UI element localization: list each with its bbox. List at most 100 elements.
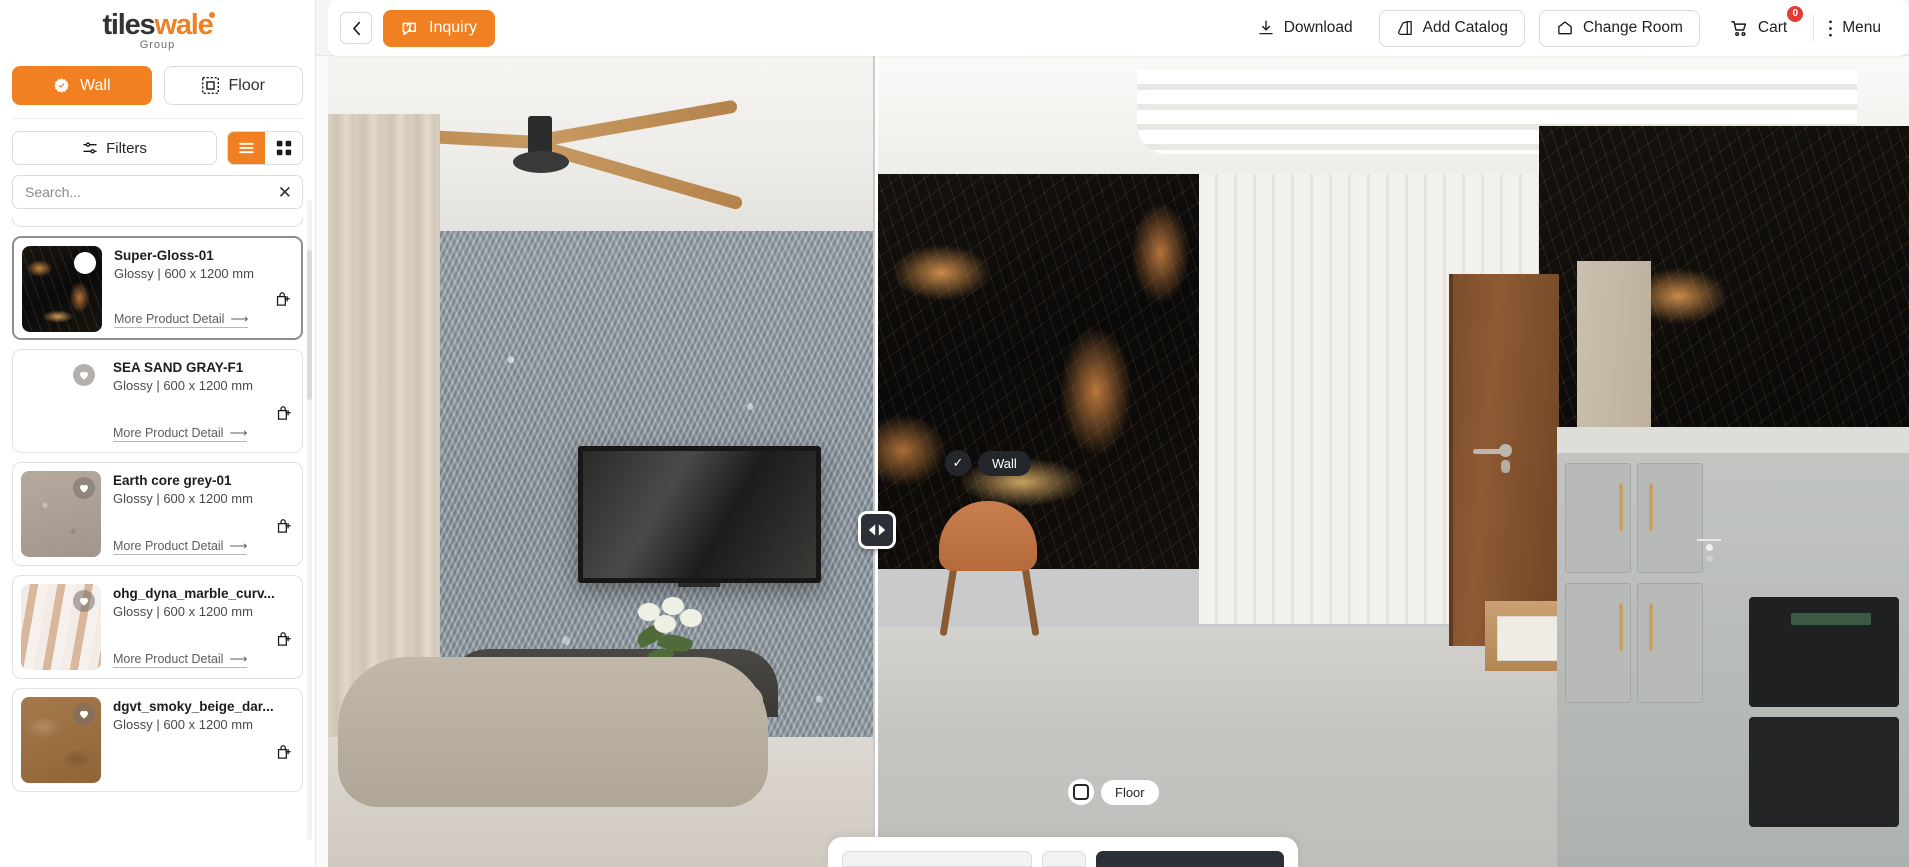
list-item-partial[interactable]: [12, 217, 303, 227]
more-product-detail-label: More Product Detail: [113, 425, 224, 440]
filters-button-label: Filters: [106, 139, 147, 157]
view-mode-list-button[interactable]: [228, 132, 265, 164]
compare-split-line: [875, 56, 878, 867]
product-thumbnail: [21, 584, 101, 670]
inquiry-button[interactable]: Inquiry: [383, 9, 496, 47]
more-product-detail-link[interactable]: More Product Detail ⟶: [113, 538, 248, 555]
change-room-button[interactable]: Change Room: [1538, 9, 1700, 47]
search-input[interactable]: [25, 184, 272, 200]
logo-trademark-dot: [208, 12, 215, 18]
bottom-sheet-small-button[interactable]: [1042, 851, 1086, 867]
compare-slider-handle[interactable]: [858, 511, 896, 549]
product-meta: Glossy | 600 x 1200 mm: [113, 604, 253, 619]
floor-toggle-chip[interactable]: Floor: [1068, 779, 1159, 805]
bottom-action-sheet[interactable]: [828, 837, 1298, 867]
bag-plus-icon[interactable]: [275, 631, 292, 648]
left-right-arrows-icon: [867, 523, 887, 537]
heart-icon[interactable]: [73, 364, 95, 386]
logo-text-secondary: wale: [154, 9, 213, 41]
inquiry-button-label: Inquiry: [429, 19, 478, 36]
add-catalog-button[interactable]: Add Catalog: [1378, 9, 1525, 47]
more-product-detail-link[interactable]: More Product Detail ⟶: [114, 311, 249, 328]
sidebar-tab-floor[interactable]: Floor: [163, 66, 303, 105]
list-item[interactable]: dgvt_smoky_beige_dar... Glossy | 600 x 1…: [12, 688, 303, 792]
scene-before: [328, 56, 873, 867]
arrow-right-icon: ⟶: [229, 652, 248, 666]
bag-plus-icon[interactable]: [274, 291, 291, 308]
bag-plus-icon[interactable]: [275, 744, 292, 761]
product-name: ohg_dyna_marble_curv...: [113, 586, 275, 601]
sidebar: tileswale Group Wall Floor Filters Searc…: [0, 0, 316, 867]
sidebar-tab-wall[interactable]: Wall: [12, 66, 152, 105]
product-thumbnail: [21, 471, 101, 557]
wall-chip-label[interactable]: Wall: [978, 450, 1031, 476]
cart-icon: [1730, 19, 1749, 38]
product-name: dgvt_smoky_beige_dar...: [113, 699, 274, 714]
floor-chip-label[interactable]: Floor: [1101, 779, 1159, 805]
checkbox-empty-icon[interactable]: [1068, 779, 1094, 805]
filter-row: Filters: [0, 119, 315, 165]
more-product-detail-link[interactable]: More Product Detail ⟶: [113, 425, 248, 442]
sidebar-tab-wall-label: Wall: [79, 76, 111, 94]
list-icon: [238, 141, 255, 155]
list-item[interactable]: ohg_dyna_marble_curv... Glossy | 600 x 1…: [12, 575, 303, 679]
sofa-object: [338, 657, 768, 807]
add-catalog-button-label: Add Catalog: [1422, 19, 1508, 36]
list-item[interactable]: SEA SAND GRAY-F1 Glossy | 600 x 1200 mm …: [12, 349, 303, 453]
list-item[interactable]: Earth core grey-01 Glossy | 600 x 1200 m…: [12, 462, 303, 566]
product-name: Earth core grey-01: [113, 473, 232, 488]
dots-vertical-icon: [1828, 19, 1833, 38]
arrow-right-icon: ⟶: [230, 312, 249, 326]
product-thumbnail: [21, 697, 101, 783]
product-meta: Glossy | 600 x 1200 mm: [114, 266, 254, 281]
heart-icon[interactable]: [73, 590, 95, 612]
more-product-detail-link[interactable]: More Product Detail ⟶: [113, 651, 248, 668]
logo-text-primary: tiles: [102, 9, 155, 41]
search-wrap: ✕: [0, 165, 315, 209]
bottom-sheet-input[interactable]: [842, 851, 1032, 867]
sidebar-scrollbar-thumb[interactable]: [307, 250, 312, 400]
view-mode-grid-button[interactable]: [265, 132, 302, 164]
more-product-detail-label: More Product Detail: [114, 311, 225, 326]
sidebar-tab-floor-label: Floor: [228, 76, 265, 94]
bag-plus-icon[interactable]: [275, 405, 292, 422]
menu-button-label: Menu: [1842, 19, 1881, 36]
download-icon: [1257, 19, 1275, 37]
product-thumbnail: [22, 246, 102, 332]
close-icon[interactable]: ✕: [272, 184, 292, 201]
filters-icon: [82, 140, 98, 156]
product-name: Super-Gloss-01: [114, 248, 214, 263]
grid-icon: [276, 140, 292, 156]
check-badge-icon: [53, 77, 70, 94]
wall-toggle-chip[interactable]: ✓ Wall: [945, 450, 1031, 476]
scene-after: [877, 56, 1909, 867]
view-mode-toggle: [227, 131, 303, 165]
product-meta: Glossy | 600 x 1200 mm: [113, 378, 253, 393]
filters-button[interactable]: Filters: [12, 131, 217, 165]
back-button[interactable]: [340, 12, 372, 44]
search-box[interactable]: ✕: [12, 175, 303, 209]
change-room-button-label: Change Room: [1582, 19, 1683, 36]
more-product-detail-label: More Product Detail: [113, 651, 224, 666]
cart-button[interactable]: Cart 0: [1718, 5, 1804, 47]
bag-plus-icon[interactable]: [275, 518, 292, 535]
brand-logo[interactable]: tileswale Group: [0, 0, 315, 56]
room-visualizer[interactable]: ✓ Wall Floor ✓: [328, 56, 1909, 867]
toolbar: Inquiry Download Add Catalog Change Room…: [316, 0, 1909, 56]
wall-surface-after-left: [877, 174, 1199, 569]
heart-icon[interactable]: [73, 477, 95, 499]
heart-icon[interactable]: [73, 703, 95, 725]
product-meta: Glossy | 600 x 1200 mm: [113, 717, 253, 732]
wall-depth-slider[interactable]: [1697, 539, 1721, 562]
main-area: Inquiry Download Add Catalog Change Room…: [316, 0, 1909, 867]
download-button[interactable]: Download: [1245, 10, 1365, 47]
check-icon[interactable]: ✓: [945, 450, 971, 476]
menu-button[interactable]: Menu: [1814, 10, 1893, 47]
list-item[interactable]: Super-Gloss-01 Glossy | 600 x 1200 mm Mo…: [12, 236, 303, 340]
bottom-sheet-primary-button[interactable]: [1096, 851, 1284, 867]
catalog-icon: [1396, 19, 1414, 37]
heart-icon[interactable]: [74, 252, 96, 274]
kitchen-object: [1557, 427, 1909, 867]
product-meta: Glossy | 600 x 1200 mm: [113, 491, 253, 506]
more-product-detail-label: More Product Detail: [113, 538, 224, 553]
